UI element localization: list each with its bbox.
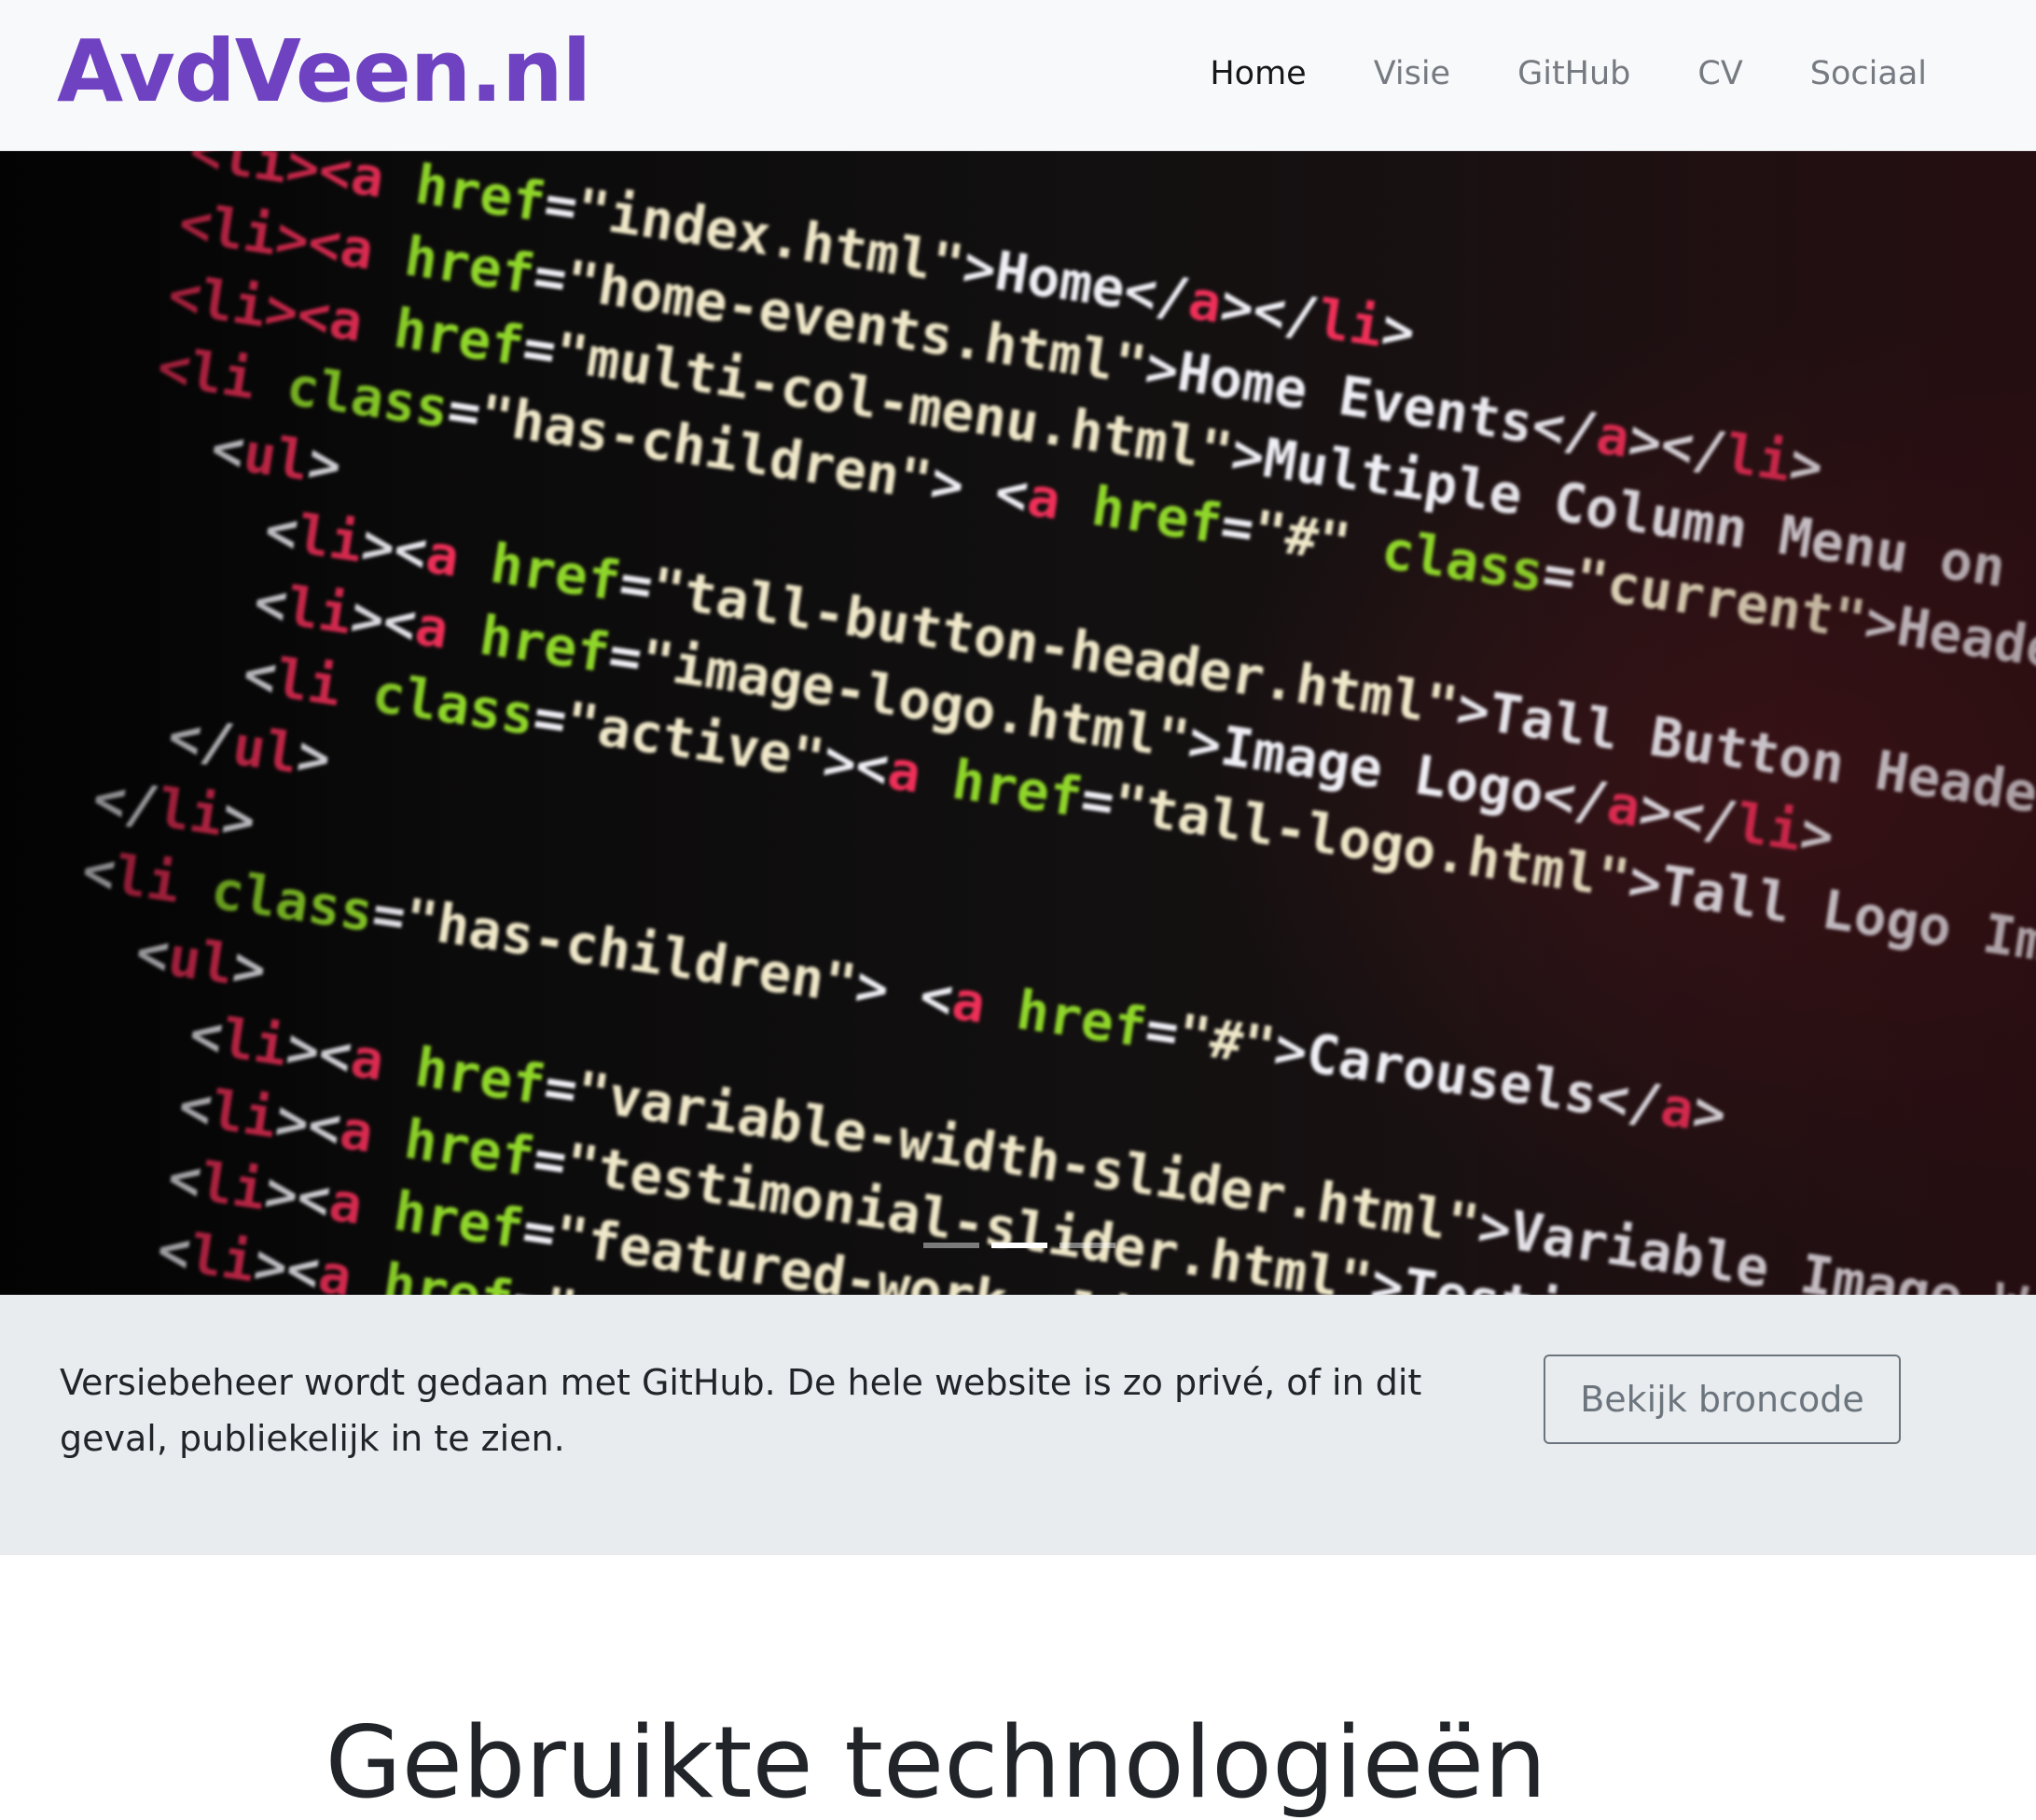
section-title: Gebruikte technologieën [325,1705,1547,1820]
carousel-slide-image: <li><a href="index.html">Home</a></li> <l… [0,151,2036,1295]
nav-links: Home Visie GitHub CV Sociaal [1210,49,1927,99]
nav-link-home[interactable]: Home [1210,49,1306,99]
info-band-text: Versiebeheer wordt gedaan met GitHub. De… [60,1362,1422,1459]
carousel-indicator-3[interactable] [1060,1243,1115,1248]
carousel-indicator-1[interactable] [923,1243,979,1248]
carousel-indicator-2[interactable] [991,1243,1047,1248]
nav-link-cv[interactable]: CV [1697,49,1742,99]
view-source-button[interactable]: Bekijk broncode [1544,1355,1901,1444]
info-band: Versiebeheer wordt gedaan met GitHub. De… [0,1295,2036,1555]
navbar: AvdVeen.nl Home Visie GitHub CV Sociaal [0,0,2036,151]
hero-carousel: <li><a href="index.html">Home</a></li> <l… [0,151,2036,1295]
nav-link-visie[interactable]: Visie [1374,49,1450,99]
nav-link-sociaal[interactable]: Sociaal [1810,49,1927,99]
carousel-indicators [923,1243,1115,1248]
brand-logo[interactable]: AvdVeen.nl [57,21,591,123]
nav-link-github[interactable]: GitHub [1517,49,1630,99]
